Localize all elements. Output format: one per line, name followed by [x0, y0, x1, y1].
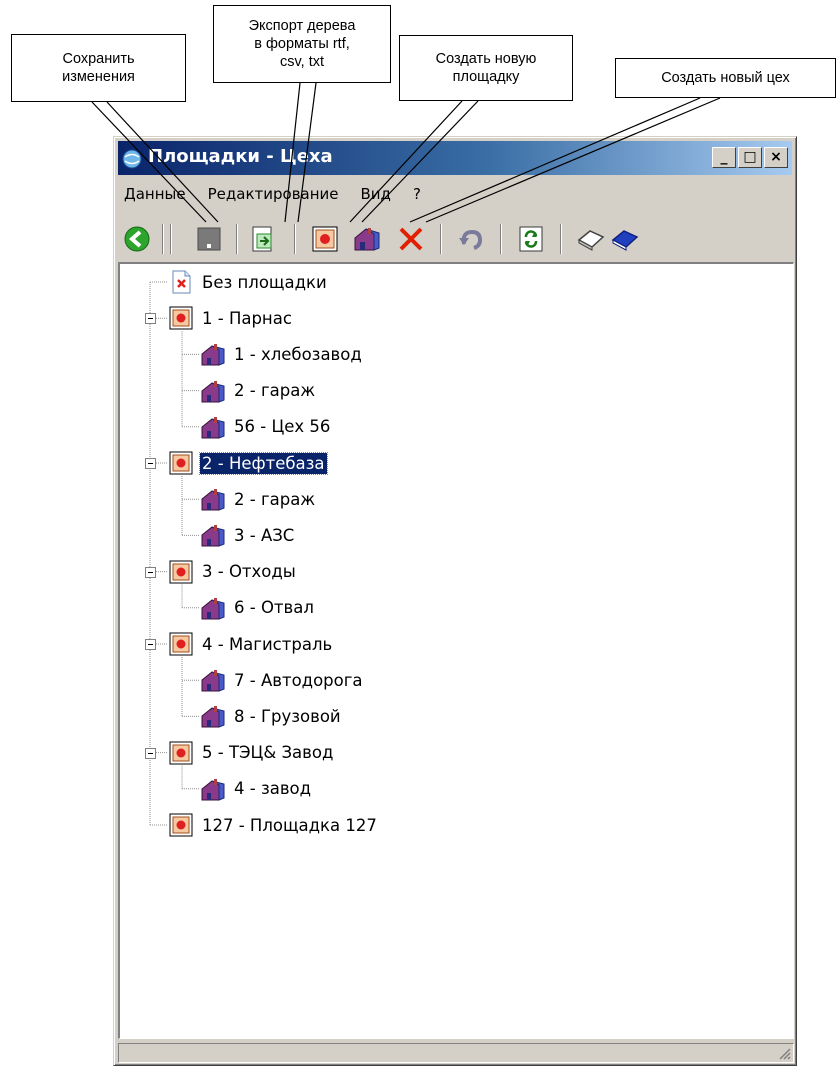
menu-view[interactable]: Вид — [357, 183, 395, 209]
tree-node-label: 56 - Цех 56 — [234, 417, 331, 437]
tree-node-label: 3 - АЗС — [234, 525, 295, 545]
collapse-all-icon[interactable] — [576, 224, 606, 254]
save-icon[interactable] — [194, 224, 224, 254]
site-icon — [169, 813, 193, 837]
site-icon — [169, 741, 193, 765]
window-title: Площадки - Цеха — [148, 146, 333, 167]
tree-node-label: 1 - хлебозавод — [234, 344, 362, 364]
tree-node-shop[interactable]: 3 - АЗС — [200, 520, 296, 550]
toolbar-separator — [170, 224, 172, 254]
menu-bar: Данные Редактирование Вид ? — [120, 183, 425, 209]
tree-view[interactable]: Без площадки 1 - Парнас 1 - хлебозавод 2 - … — [118, 262, 794, 1039]
shop-icon — [201, 344, 225, 367]
toolbar — [120, 220, 790, 258]
status-bar — [118, 1043, 794, 1063]
callout-new-site: Создать новую площадку — [399, 35, 573, 101]
toolbar-separator — [500, 224, 502, 254]
resize-grip-icon[interactable] — [777, 1046, 791, 1060]
tree-node-site[interactable]: 127 - Площадка 127 — [168, 810, 379, 840]
expand-all-icon[interactable] — [610, 224, 640, 254]
tree-node-label: 7 - Автодорога — [234, 670, 363, 690]
tree-node-label: 2 - гараж — [234, 381, 316, 401]
tree-node-shop[interactable]: 56 - Цех 56 — [200, 412, 332, 442]
collapse-toggle-icon[interactable] — [145, 458, 156, 469]
delete-icon[interactable] — [396, 224, 426, 254]
tree-node-site[interactable]: Без площадки — [168, 267, 329, 297]
back-icon[interactable] — [122, 224, 152, 254]
tree-node-shop[interactable]: 6 - Отвал — [200, 593, 316, 623]
toolbar-separator — [162, 224, 164, 254]
toolbar-separator — [560, 224, 562, 254]
app-globe-icon — [122, 149, 142, 169]
tree-node-label: 1 - Парнас — [202, 308, 292, 328]
shop-icon — [201, 670, 225, 692]
shop-icon — [201, 706, 225, 729]
tree-node-label: 5 - ТЭЦ& Завод — [202, 743, 334, 763]
tree-node-label: 2 - гараж — [234, 489, 316, 509]
new-shop-icon[interactable] — [352, 224, 382, 254]
shop-icon — [201, 525, 225, 548]
shop-icon — [201, 597, 225, 620]
tree-node-label: 6 - Отвал — [234, 598, 314, 618]
menu-edit[interactable]: Редактирование — [204, 183, 343, 209]
tree-node-label: 3 - Отходы — [202, 562, 296, 582]
menu-help[interactable]: ? — [409, 183, 425, 209]
undo-icon[interactable] — [456, 224, 486, 254]
tree-node-label: 4 - Магистраль — [202, 634, 333, 654]
site-icon — [169, 451, 193, 475]
shop-icon — [201, 778, 225, 801]
tree-node-shop[interactable]: 8 - Грузовой — [200, 701, 343, 731]
tree-node-shop[interactable]: 1 - хлебозавод — [200, 339, 364, 369]
shop-icon — [201, 416, 225, 439]
export-icon[interactable] — [248, 224, 278, 254]
tree-node-site[interactable]: 2 - Нефтебаза — [168, 448, 328, 478]
menu-data[interactable]: Данные — [120, 183, 190, 209]
tree-node-shop[interactable]: 4 - завод — [200, 774, 313, 804]
site-icon — [169, 632, 193, 656]
tree-node-site[interactable]: 4 - Магистраль — [168, 629, 334, 659]
site-icon — [169, 306, 193, 330]
tree-node-label: 2 - Нефтебаза — [199, 451, 328, 475]
toolbar-separator — [440, 224, 442, 254]
tree-node-site[interactable]: 5 - ТЭЦ& Завод — [168, 738, 335, 768]
no-site-icon — [172, 270, 191, 294]
site-icon — [169, 560, 193, 584]
tree-node-site[interactable]: 3 - Отходы — [168, 557, 298, 587]
collapse-toggle-icon[interactable] — [145, 747, 156, 759]
tree-node-site[interactable]: 1 - Парнас — [168, 303, 294, 333]
maximize-button[interactable]: □ — [738, 147, 762, 168]
tree-node-label: 127 - Площадка 127 — [202, 815, 377, 835]
callout-export: Экспорт дерева в форматы rtf, csv, txt — [213, 5, 391, 83]
tree-node-label: 4 - завод — [234, 779, 312, 799]
tree-node-label: Без площадки — [202, 272, 327, 292]
toolbar-separator — [294, 224, 296, 254]
tree-node-label: 8 - Грузовой — [234, 706, 341, 726]
collapse-toggle-icon[interactable] — [145, 566, 156, 578]
tree-node-shop[interactable]: 2 - гараж — [200, 376, 317, 406]
collapse-toggle-icon[interactable] — [145, 313, 156, 325]
close-button[interactable]: × — [764, 147, 788, 168]
shop-icon — [201, 380, 225, 403]
minimize-button[interactable]: _ — [712, 147, 736, 168]
main-window: Площадки - Цеха _ □ × Данные Редактирова… — [113, 136, 797, 1066]
new-site-icon[interactable] — [310, 224, 340, 254]
refresh-icon[interactable] — [516, 224, 546, 254]
collapse-toggle-icon[interactable] — [145, 639, 156, 650]
tree-node-shop[interactable]: 7 - Автодорога — [200, 665, 365, 695]
callout-save: Сохранить изменения — [11, 34, 186, 102]
title-bar[interactable]: Площадки - Цеха _ □ × — [118, 141, 792, 175]
shop-icon — [201, 489, 225, 511]
toolbar-separator — [236, 224, 238, 254]
callout-new-shop: Создать новый цех — [615, 58, 836, 98]
tree-node-shop[interactable]: 2 - гараж — [200, 484, 317, 514]
